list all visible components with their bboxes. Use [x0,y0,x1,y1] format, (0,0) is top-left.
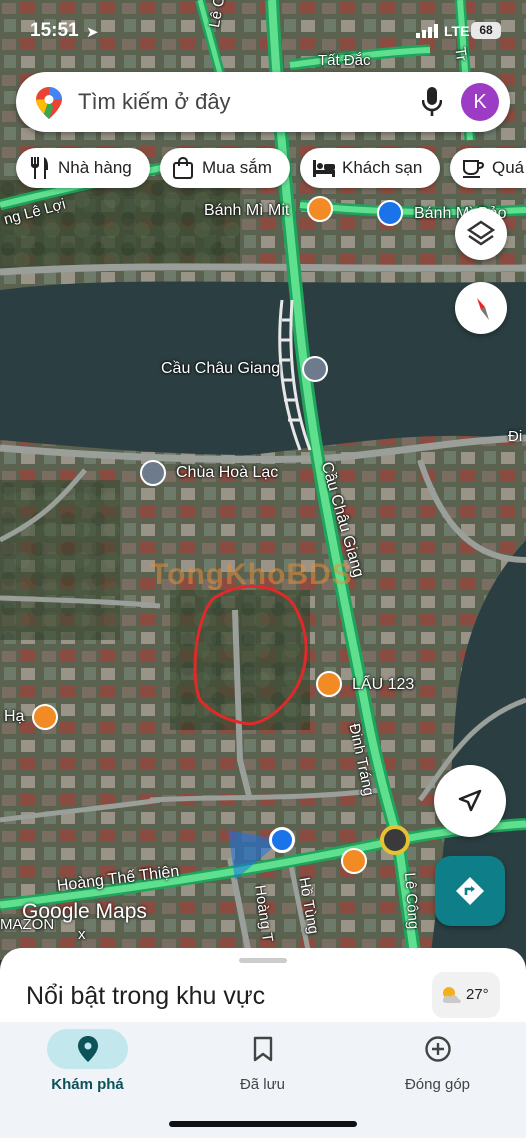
status-bar: 15:51 ➤ LTE 68 [0,0,526,62]
weather-chip[interactable]: 27° [432,972,500,1018]
cafe-poi-icon[interactable] [341,848,367,874]
tab-label: Đóng góp [404,1076,471,1093]
home-indicator [169,1121,357,1127]
tab-contribute[interactable]: Đóng góp [350,1022,525,1112]
tab-saved[interactable]: Đã lưu [175,1022,350,1112]
chip-label: Quá [492,158,525,177]
place-label-lau-123[interactable]: LẨU 123 [352,676,414,694]
my-location-button[interactable] [434,765,506,837]
temperature: 27° [466,986,489,1003]
search-bar[interactable]: Tìm kiếm ở đây K [16,72,510,132]
compass-button[interactable] [455,282,507,334]
shopping-poi-icon[interactable] [377,200,403,226]
watermark: TongKhoBDS [150,558,353,591]
microphone-icon[interactable] [422,87,442,117]
sheet-title: Nổi bật trong khu vực [26,982,266,1010]
clock: 15:51 [30,20,79,41]
current-location-dot [269,827,295,853]
location-pin-icon [78,1036,98,1062]
place-label-banh-mi-mit[interactable]: Bánh Mì Mit [204,202,289,220]
chip-hotels[interactable]: Khách sạn [300,148,440,188]
tab-label: Khám phá [51,1076,124,1093]
bottom-sheet[interactable]: Nổi bật trong khu vực 27° [0,948,526,1028]
chip-label: Khách sạn [342,158,423,177]
tab-explore[interactable]: Khám phá [0,1022,175,1112]
compass-icon [475,296,489,320]
chip-shopping[interactable]: Mua sắm [160,148,290,188]
sheet-drag-handle[interactable] [239,958,287,963]
place-label-chua-hoa-lac[interactable]: Chùa Hoà Lạc [176,464,278,482]
directions-button[interactable] [435,856,505,926]
layers-icon [466,220,496,246]
network-type: LTE [444,23,470,39]
google-maps-pin-icon [36,87,62,119]
restaurant-poi-icon[interactable] [32,704,58,730]
account-avatar[interactable]: K [461,83,499,121]
place-label-ha[interactable]: Hạ [4,708,24,726]
restaurant-poi-icon[interactable] [316,671,342,697]
chip-restaurants[interactable]: Nhà hàng [16,148,150,188]
chip-cafes[interactable]: Quá [450,148,526,188]
signal-icon [416,24,438,38]
street-label-di: Đi [508,428,523,445]
cup-icon [463,160,484,178]
location-arrow-icon: ➤ [86,24,99,41]
partly-cloudy-icon [442,987,461,1003]
directions-icon [456,877,484,905]
google-maps-logo: Google Maps [22,900,147,923]
tab-label: Đã lưu [239,1076,286,1093]
chip-label: Nhà hàng [58,158,132,177]
layers-button[interactable] [455,208,507,260]
fork-knife-icon [31,157,48,179]
add-circle-icon [425,1036,451,1062]
landmark-poi-icon[interactable] [302,356,328,382]
temple-poi-icon[interactable] [140,460,166,486]
bed-icon [313,160,335,177]
bookmark-icon [253,1036,273,1062]
restaurant-poi-icon[interactable] [307,196,333,222]
shopping-bag-icon [173,157,193,179]
search-placeholder[interactable]: Tìm kiếm ở đây [78,89,231,115]
place-label-cau-chau-giang[interactable]: Cầu Châu Giang [161,360,280,378]
street-label-x: x [78,926,86,943]
chip-label: Mua sắm [202,158,272,177]
battery-indicator: 68 [471,22,501,39]
navigation-arrow-icon [458,789,482,812]
